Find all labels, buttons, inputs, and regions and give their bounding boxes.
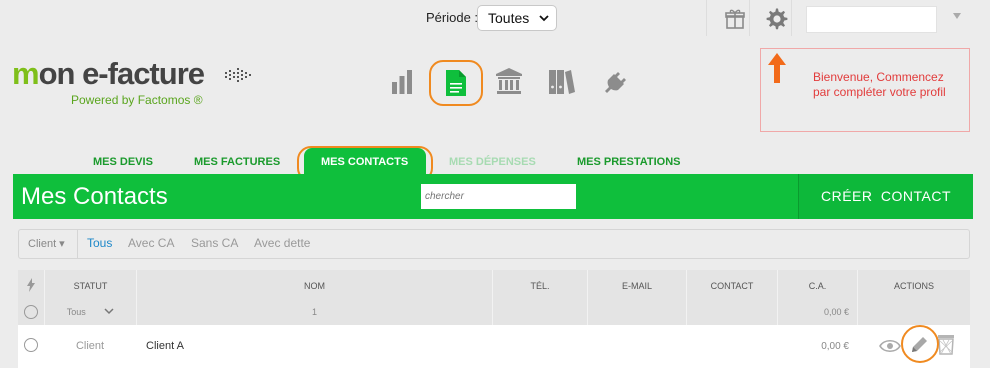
chevron-down-icon xyxy=(539,15,549,22)
periode-select[interactable]: Toutes xyxy=(477,5,557,31)
flash-column-header xyxy=(18,270,44,300)
contact-filter-cell xyxy=(686,300,777,325)
page-title: Mes Contacts xyxy=(21,183,168,210)
table-header-row: STATUT NOM TÉL. E-MAIL CONTACT C.A. ACTI… xyxy=(18,270,970,300)
chevron-down-icon xyxy=(104,308,114,315)
nom-count: 1 xyxy=(136,300,492,325)
table-filter-row: Tous 1 0,00 € xyxy=(18,300,970,325)
row-statut: Client xyxy=(75,340,105,352)
actions-filter-cell xyxy=(857,300,970,325)
trash-icon[interactable] xyxy=(936,333,956,355)
row-ca: 0,00 € xyxy=(821,341,849,352)
select-all-cell xyxy=(18,300,44,325)
row-select-radio[interactable] xyxy=(24,338,38,352)
tab-mes-prestations[interactable]: MES PRESTATIONS xyxy=(577,156,681,168)
welcome-box[interactable]: Bienvenue, Commencez par compléter votre… xyxy=(760,48,970,132)
row-email xyxy=(587,325,686,368)
ca-total: 0,00 € xyxy=(777,300,857,325)
periode-select-value: Toutes xyxy=(488,10,530,26)
divider xyxy=(77,230,78,258)
tel-filter-cell xyxy=(492,300,587,325)
bar-chart-icon[interactable] xyxy=(391,70,413,94)
binders-icon[interactable] xyxy=(549,70,575,94)
top-bar: Période : Toutes xyxy=(0,0,990,38)
tab-mes-depenses[interactable]: MES DÉPENSES xyxy=(449,156,536,168)
user-selector[interactable] xyxy=(806,6,937,33)
search-input[interactable] xyxy=(421,184,576,209)
column-header-nom[interactable]: NOM xyxy=(136,270,492,300)
filter-chip-avec-ca[interactable]: Avec CA xyxy=(128,236,174,250)
statut-filter-value: Tous xyxy=(66,307,86,317)
welcome-message: Bienvenue, Commencez par compléter votre… xyxy=(813,70,946,99)
divider xyxy=(749,0,750,36)
select-all-radio[interactable] xyxy=(24,305,38,319)
caret-down-icon[interactable] xyxy=(953,13,961,19)
app-logo[interactable]: mon e-facture Powered by Factomos ® xyxy=(12,56,251,107)
column-header-tel[interactable]: TÉL. xyxy=(492,270,587,300)
logo-tagline: Powered by Factomos ® xyxy=(71,93,203,107)
statut-filter-select[interactable]: Tous xyxy=(44,300,136,325)
filter-chip-tous[interactable]: Tous xyxy=(87,236,112,250)
logo-wordmark: mon e-facture xyxy=(12,56,205,91)
plug-icon[interactable] xyxy=(604,70,628,94)
column-header-statut[interactable]: STATUT xyxy=(44,270,136,300)
table-row[interactable]: Client Client A 0,00 € xyxy=(18,325,970,368)
row-select-cell xyxy=(18,325,44,368)
eye-icon[interactable] xyxy=(879,338,901,354)
create-contact-button[interactable]: CRÉER CONTACT xyxy=(798,174,973,219)
row-tel xyxy=(492,325,587,368)
row-contact xyxy=(686,325,777,368)
divider xyxy=(706,0,707,36)
edit-action-highlight xyxy=(901,325,939,363)
logo-arrow-icon xyxy=(225,68,251,82)
gear-icon[interactable] xyxy=(765,7,789,31)
lightning-icon xyxy=(27,278,35,292)
row-nom[interactable]: Client A xyxy=(146,325,492,368)
tab-mes-devis[interactable]: MES DEVIS xyxy=(93,156,153,168)
gift-icon[interactable] xyxy=(724,8,746,30)
column-header-actions: ACTIONS xyxy=(857,270,970,300)
tab-mes-factures[interactable]: MES FACTURES xyxy=(194,156,280,168)
column-header-email[interactable]: E-MAIL xyxy=(587,270,686,300)
bank-icon[interactable] xyxy=(496,68,522,95)
filter-chip-sans-ca[interactable]: Sans CA xyxy=(191,236,238,250)
periode-label: Période : xyxy=(426,10,479,25)
client-type-dropdown[interactable]: Client ▾ xyxy=(28,237,65,250)
divider xyxy=(791,0,792,36)
column-header-ca[interactable]: C.A. xyxy=(777,270,857,300)
email-filter-cell xyxy=(587,300,686,325)
column-header-contact[interactable]: CONTACT xyxy=(686,270,777,300)
document-icon[interactable] xyxy=(446,70,466,96)
arrow-up-icon xyxy=(768,53,786,83)
filter-chip-avec-dette[interactable]: Avec dette xyxy=(254,236,310,250)
